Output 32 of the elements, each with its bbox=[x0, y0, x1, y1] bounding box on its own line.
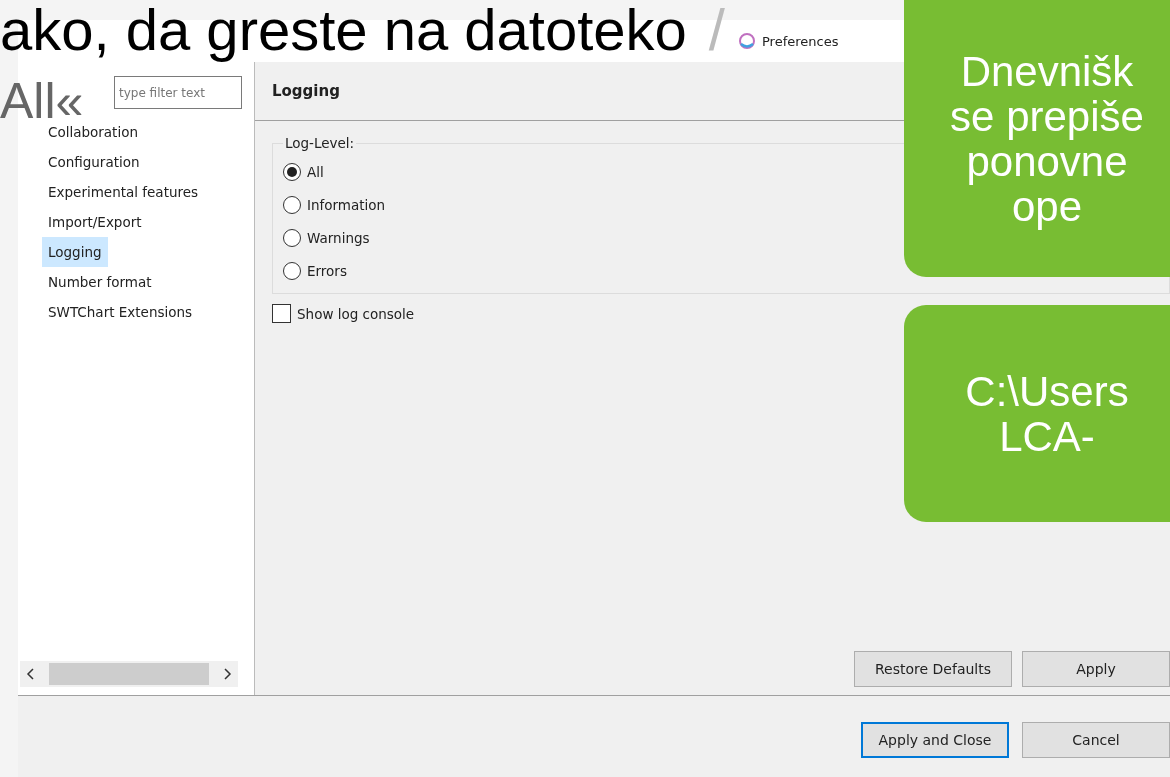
scrollbar-thumb[interactable] bbox=[49, 663, 209, 685]
tree-item[interactable]: Experimental features bbox=[42, 177, 205, 207]
tree-item[interactable]: Import/Export bbox=[42, 207, 148, 237]
radio-option[interactable]: Information bbox=[283, 188, 386, 221]
tree-item[interactable]: SWTChart Extensions bbox=[42, 297, 199, 327]
callout-text: ope bbox=[1011, 183, 1083, 229]
checkbox-icon[interactable] bbox=[272, 304, 291, 323]
tree-item[interactable]: Number format bbox=[42, 267, 158, 297]
radio-icon[interactable] bbox=[283, 228, 301, 247]
radio-option[interactable]: All bbox=[283, 155, 324, 188]
app-icon bbox=[738, 32, 756, 50]
chevron-right-icon[interactable] bbox=[222, 668, 232, 680]
window-title: Preferences bbox=[762, 33, 839, 49]
slide-caption: ako, da greste na datoteko / bbox=[0, 0, 725, 63]
callout-text: C:\Users bbox=[965, 368, 1129, 414]
filter-field[interactable]: type filter text bbox=[114, 76, 242, 109]
radio-option[interactable]: Warnings bbox=[283, 221, 370, 254]
radio-icon[interactable] bbox=[283, 261, 301, 280]
cancel-button[interactable]: Cancel bbox=[1022, 721, 1170, 758]
apply-button[interactable]: Apply bbox=[1022, 651, 1170, 687]
apply-and-close-button[interactable]: Apply and Close bbox=[861, 721, 1009, 758]
radio-icon[interactable] bbox=[283, 195, 301, 214]
chevron-left-icon[interactable] bbox=[26, 668, 36, 680]
tree-item[interactable]: Logging bbox=[42, 237, 108, 267]
horizontal-scrollbar[interactable] bbox=[20, 661, 238, 687]
radio-option[interactable]: Errors bbox=[283, 254, 347, 287]
group-label: Log-Level: bbox=[284, 135, 356, 151]
restore-defaults-button[interactable]: Restore Defaults bbox=[854, 651, 1012, 687]
show-console-checkbox[interactable]: Show log console bbox=[272, 304, 415, 323]
tree-item[interactable]: Configuration bbox=[42, 147, 146, 177]
radio-icon[interactable] bbox=[283, 162, 301, 181]
callout-text: LCA- bbox=[999, 413, 1095, 459]
